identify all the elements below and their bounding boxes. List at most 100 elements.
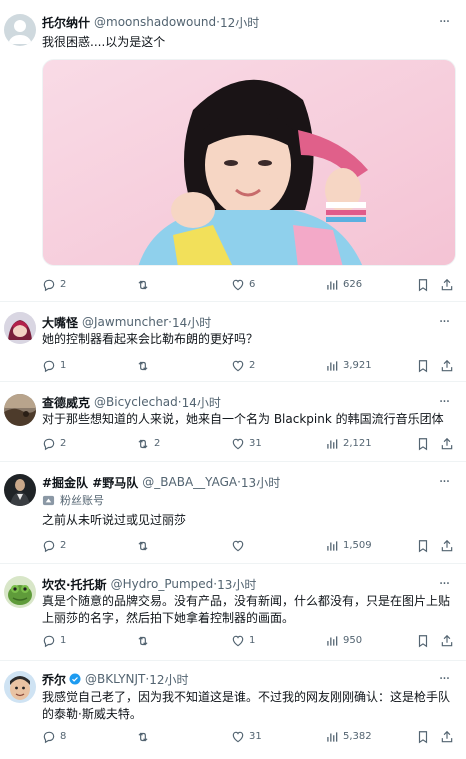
handle[interactable]: @_BABA__YAGA [142,475,237,489]
views-button[interactable]: 950 [325,632,362,650]
reply-count: 1 [60,635,67,646]
share-button[interactable] [440,276,458,294]
account-label: 粉丝账号 [42,492,104,508]
reply-count: 2 [60,279,67,290]
views-button[interactable]: 2,121 [325,435,372,453]
timestamp[interactable]: 13小时 [217,576,256,593]
handle[interactable]: @Hydro_Pumped [111,577,214,591]
views-button[interactable]: 5,382 [325,728,372,746]
bookmark-button[interactable] [416,276,434,294]
avatar[interactable] [4,14,36,46]
tweet[interactable]: 托尔纳什 @moonshadowound · 12小时 ··· 我很困惑....… [0,0,466,302]
share-button[interactable] [440,537,458,555]
retweet-button[interactable] [136,632,154,650]
more-icon[interactable]: ··· [436,14,452,30]
bookmark-button[interactable] [416,728,434,746]
reply-count: 8 [60,731,67,742]
like-button[interactable]: 6 [231,276,255,294]
tweet-text: 之前从未听说过或见过丽莎 [42,513,187,527]
reply-button[interactable]: 1 [42,357,66,375]
share-button[interactable] [440,728,458,746]
reply-icon [42,278,56,292]
like-count: 31 [249,438,262,449]
tweet[interactable]: 查德威克 @Bicyclechad · 14小时 ··· 对于那些想知道的人来说… [0,382,466,462]
reply-button[interactable]: 2 [42,435,66,453]
views-icon [325,539,339,553]
views-count: 2,121 [343,438,372,449]
display-name[interactable]: #掘金队 #野马队 [42,474,138,491]
display-name[interactable]: 大嘴怪 [42,314,78,331]
fan-account-icon [42,495,55,505]
bookmark-button[interactable] [416,632,434,650]
timestamp[interactable]: 14小时 [182,394,221,411]
timestamp[interactable]: 13小时 [241,474,280,491]
views-button[interactable]: 3,921 [325,357,372,375]
avatar[interactable] [4,671,36,703]
timestamp[interactable]: 12小时 [220,14,259,31]
handle[interactable]: @Jawmuncher [82,315,168,329]
display-name[interactable]: 查德威克 [42,394,90,411]
avatar[interactable] [4,576,36,608]
views-count: 1,509 [343,540,372,551]
retweet-button[interactable] [136,728,154,746]
more-icon[interactable]: ··· [436,576,452,592]
like-count: 6 [249,279,256,290]
reply-button[interactable]: 8 [42,728,66,746]
retweet-button[interactable] [136,276,154,294]
more-icon[interactable]: ··· [436,671,452,687]
bookmark-button[interactable] [416,357,434,375]
tweet[interactable]: 大嘴怪 @Jawmuncher · 14小时 ··· 她的控制器看起来会比勒布朗… [0,302,466,382]
more-icon[interactable]: ··· [436,394,452,410]
views-icon [325,437,339,451]
retweet-button[interactable]: 2 [136,435,160,453]
bookmark-icon [416,359,430,373]
handle[interactable]: @moonshadowound [94,15,216,29]
verified-badge-icon [69,673,81,685]
reply-button[interactable]: 2 [42,276,66,294]
tweet[interactable]: #掘金队 #野马队 @_BABA__YAGA · 13小时 ··· 粉丝账号 之… [0,462,466,564]
reply-button[interactable]: 2 [42,537,66,555]
retweet-button[interactable] [136,357,154,375]
tweet[interactable]: 乔尔 @BKLYNJT · 12小时 ··· 我感觉自己老了，因为我不知道这是谁… [0,661,466,759]
timestamp[interactable]: 12小时 [149,671,188,688]
views-button[interactable]: 626 [325,276,362,294]
handle[interactable]: @Bicyclechad [94,395,178,409]
like-button[interactable]: 31 [231,435,262,453]
share-icon [440,634,454,648]
share-button[interactable] [440,632,458,650]
avatar[interactable] [4,394,36,426]
like-count: 31 [249,731,262,742]
bookmark-button[interactable] [416,537,434,555]
bookmark-button[interactable] [416,435,434,453]
reply-button[interactable]: 1 [42,632,66,650]
tweet-image[interactable] [42,59,456,266]
more-icon[interactable]: ··· [436,314,452,330]
display-name[interactable]: 托尔纳什 [42,14,90,31]
retweet-button[interactable] [136,537,154,555]
like-button[interactable]: 31 [231,728,262,746]
reply-count: 2 [60,540,67,551]
display-name[interactable]: 坎农·托托斯 [42,576,107,593]
like-button[interactable]: 1 [231,632,255,650]
display-name[interactable]: 乔尔 [42,671,66,688]
views-button[interactable]: 1,509 [325,537,372,555]
handle[interactable]: @BKLYNJT [85,672,145,686]
avatar[interactable] [4,312,36,344]
tweet-header: #掘金队 #野马队 @_BABA__YAGA · 13小时 [42,472,436,492]
more-icon[interactable]: ··· [436,474,452,490]
share-icon [440,730,454,744]
retweet-icon [136,278,150,292]
tweet[interactable]: 坎农·托托斯 @Hydro_Pumped · 13小时 ··· 真是个随意的品牌… [0,564,466,661]
reply-icon [42,359,56,373]
share-icon [440,278,454,292]
tweet-header: 大嘴怪 @Jawmuncher · 14小时 [42,312,436,332]
share-button[interactable] [440,357,458,375]
avatar[interactable] [4,474,36,506]
retweet-icon [136,539,150,553]
tweet-text: 我感觉自己老了，因为我不知道这是谁。不过我的网友刚刚确认：这是枪手队的泰勒·斯威… [42,690,451,721]
share-button[interactable] [440,435,458,453]
like-button[interactable]: 2 [231,357,255,375]
timestamp[interactable]: 14小时 [172,314,211,331]
like-button[interactable] [231,537,249,555]
account-label-text: 粉丝账号 [60,494,104,507]
